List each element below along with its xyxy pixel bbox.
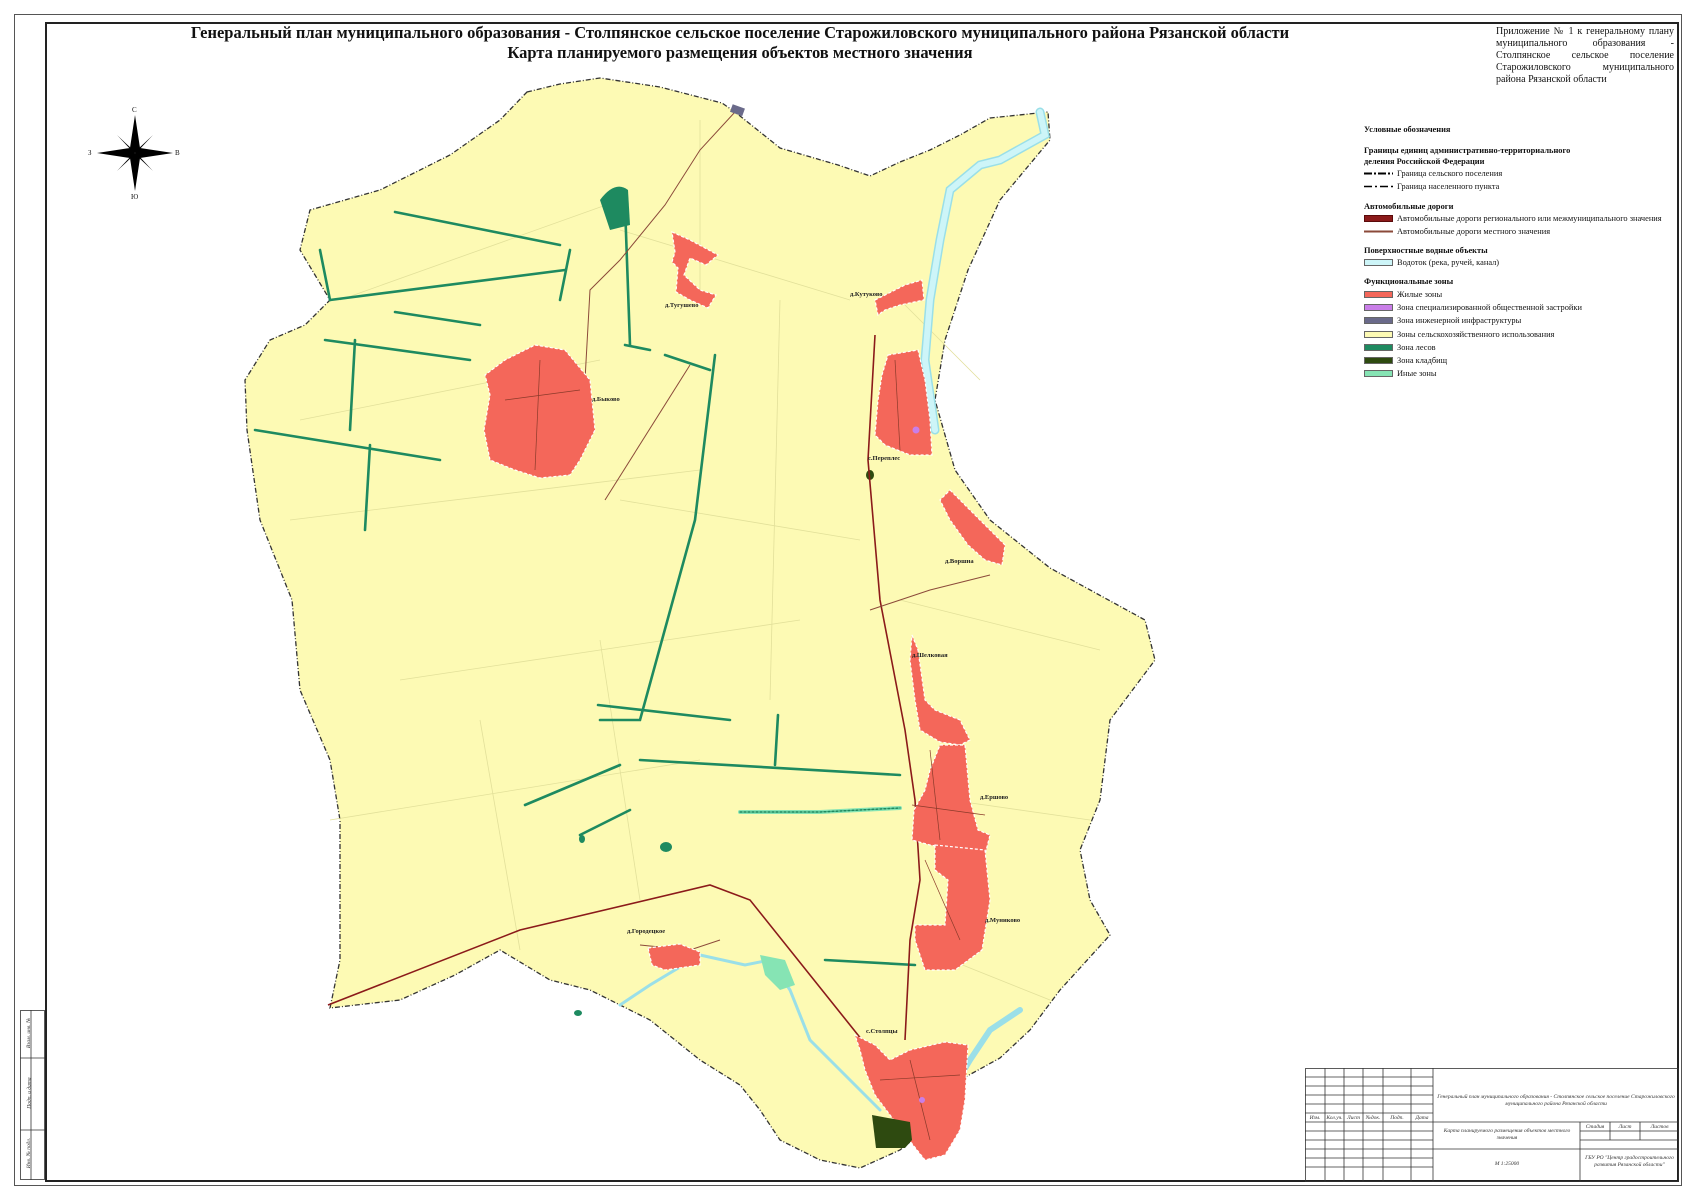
village-label: д.Кутуково — [850, 291, 883, 298]
legend-label: Зона лесов — [1397, 342, 1436, 352]
stamp-project: Генеральный план муниципального образова… — [1437, 1094, 1675, 1107]
infrastructure-swatch-icon — [1364, 317, 1393, 325]
legend-item: Жилые зоны — [1364, 287, 1684, 300]
legend-item: Водоток (река, ручей, канал) — [1364, 256, 1684, 269]
legend-item: Зона инженерной инфраструктуры — [1364, 314, 1684, 327]
legend-label: Автомобильные дороги местного значения — [1397, 227, 1551, 237]
village-label: д.Муниково — [985, 917, 1020, 924]
side-stamp-label: Инв. № подл. — [26, 1137, 33, 1169]
legend-heading-roads: Автомобильные дороги — [1364, 201, 1454, 211]
forest-swatch-icon — [1364, 343, 1393, 351]
legend-label: Зона инженерной инфраструктуры — [1397, 316, 1522, 326]
village-label: с.Столпцы — [866, 1028, 898, 1035]
village-label: с.Переплес — [868, 455, 900, 462]
regional-road-swatch-icon — [1364, 214, 1393, 222]
public-facility-swatch-icon — [1364, 303, 1393, 311]
side-stamp-label: Подп. и дата — [26, 1077, 33, 1109]
legend-label: Водоток (река, ручей, канал) — [1397, 258, 1500, 268]
stamp-stage-col: Листов — [1650, 1124, 1669, 1130]
village-label: д.Быково — [592, 396, 620, 403]
legend-item: Автомобильные дороги местного значения — [1364, 225, 1684, 238]
stamp-sheet-title: Карта планируемого размещения объектов м… — [1443, 1128, 1571, 1141]
legend-label: Иные зоны — [1397, 369, 1437, 379]
legend-item: Граница населенного пункта — [1364, 180, 1684, 193]
stamp-stage-col: Лист — [1618, 1124, 1632, 1130]
compass-north: С — [132, 106, 137, 114]
side-stamp: Инв. № подл. Подп. и дата Взам. инв. № — [20, 1010, 45, 1180]
legend-item: Иные зоны — [1364, 367, 1684, 380]
title-block: Изм. Кол.уч. Лист №док. Подп. Дата Генер… — [1305, 1068, 1679, 1182]
legend-item: Зоны сельскохозяйственного использования — [1364, 327, 1684, 340]
legend-heading-boundaries: Границы единиц административно-территори… — [1364, 146, 1571, 166]
cemetery-swatch-icon — [1364, 357, 1393, 365]
locality-boundary-icon — [1364, 183, 1393, 190]
stamp-stage-col: Стадия — [1585, 1124, 1605, 1130]
stamp-col: Подп. — [1390, 1115, 1404, 1121]
map-title: Генеральный план муниципального образова… — [150, 23, 1330, 63]
legend-item: Зона специализированной общественной зас… — [1364, 301, 1684, 314]
stamp-col: Лист — [1347, 1115, 1360, 1121]
residential-swatch-icon — [1364, 290, 1393, 298]
title-line-2: Карта планируемого размещения объектов м… — [507, 43, 973, 62]
legend-title: Условные обозначения — [1364, 125, 1451, 134]
public-facility — [919, 1097, 925, 1103]
stamp-col: Дата — [1415, 1115, 1429, 1121]
local-road-swatch-icon — [1364, 228, 1393, 235]
village-label: д.Воршна — [945, 558, 974, 565]
compass-west: З — [88, 149, 92, 157]
compass-south: Ю — [131, 193, 139, 201]
settlement-boundary-icon — [1364, 170, 1393, 177]
annex-note: Приложение № 1 к генеральному плану муни… — [1496, 26, 1674, 85]
watercourse-swatch-icon — [1364, 259, 1393, 267]
public-facility — [912, 426, 920, 434]
legend-label: Автомобильные дороги регионального или м… — [1397, 213, 1662, 223]
legend: Условные обозначения Границы единиц адми… — [1364, 124, 1684, 381]
legend-label: Зоны сельскохозяйственного использования — [1397, 329, 1555, 339]
stamp-col: №док. — [1365, 1115, 1381, 1121]
village-label: д.Городецкое — [627, 928, 665, 935]
compass-rose-icon — [97, 115, 173, 191]
legend-item: Автомобильные дороги регионального или м… — [1364, 212, 1684, 225]
stamp-col: Кол.уч. — [1326, 1115, 1343, 1121]
legend-label: Граница сельского поселения — [1397, 169, 1503, 179]
other-zones-swatch-icon — [1364, 370, 1393, 378]
legend-item: Зона лесов — [1364, 341, 1684, 354]
village-label: д.Шелковая — [912, 652, 948, 659]
legend-label: Зона кладбищ — [1397, 356, 1448, 366]
legend-label: Граница населенного пункта — [1397, 182, 1500, 192]
agricultural-swatch-icon — [1364, 330, 1393, 338]
village-label: д.Ершово — [980, 794, 1008, 801]
stamp-scale: М 1:25000 — [1494, 1161, 1520, 1167]
legend-heading-water: Поверхностные водные объекты — [1364, 246, 1488, 256]
title-line-1: Генеральный план муниципального образова… — [190, 23, 1290, 42]
side-stamp-label: Взам. инв. № — [26, 1017, 33, 1049]
stamp-organization: ГБУ РО "Центр градостроительного развити… — [1585, 1155, 1674, 1168]
map-sheet: д.Тугушево д.Кутуково д.Быково с.Перепле… — [0, 0, 1698, 1200]
legend-item: Зона кладбищ — [1364, 354, 1684, 367]
village-label: д.Тугушево — [665, 302, 698, 309]
legend-heading-zones: Функциональные зоны — [1364, 277, 1454, 287]
legend-label: Жилые зоны — [1397, 289, 1443, 299]
stamp-col: Изм. — [1309, 1115, 1321, 1121]
compass-east: В — [175, 149, 180, 157]
legend-label: Зона специализированной общественной зас… — [1397, 302, 1582, 312]
legend-item: Граница сельского поселения — [1364, 167, 1684, 180]
